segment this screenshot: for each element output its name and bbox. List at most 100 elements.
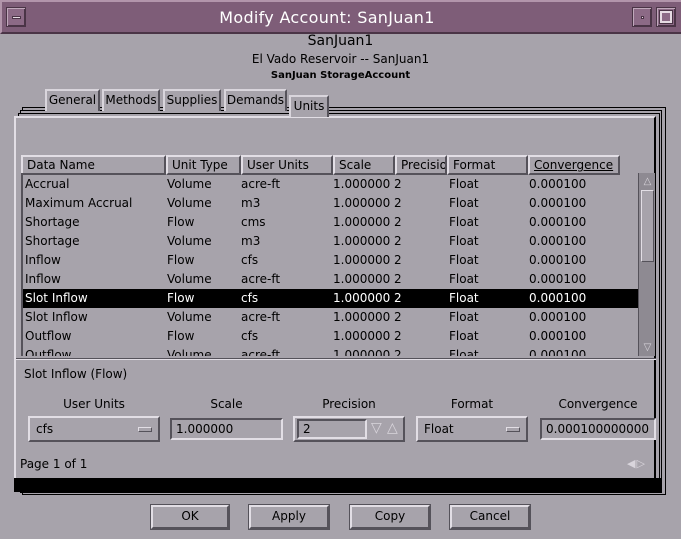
row-scale: 1.000000	[333, 291, 391, 305]
column-header-precision[interactable]: Precision	[395, 155, 447, 175]
row-convergence: 0.000100	[529, 272, 587, 286]
row-scale: 1.000000	[333, 234, 391, 248]
row-format: Float	[449, 177, 479, 191]
copy-button[interactable]: Copy	[349, 504, 431, 530]
maximize-icon[interactable]	[656, 7, 676, 27]
row-data-name: Accrual	[25, 177, 70, 191]
row-convergence: 0.000100	[529, 177, 587, 191]
table-row[interactable]: Maximum Accrual Volume m3 1.000000 2 Float 0.0…	[23, 194, 638, 213]
row-convergence: 0.000100	[529, 348, 587, 356]
row-user-units: acre-ft	[241, 348, 281, 356]
cancel-button[interactable]: Cancel	[449, 504, 531, 530]
row-user-units: cfs	[241, 253, 259, 267]
user-units-value: cfs	[36, 422, 54, 436]
precision-spinbox[interactable]: ▽ △	[293, 416, 405, 442]
row-unit-type: Volume	[167, 348, 212, 356]
account-name: SanJuan1	[307, 33, 374, 49]
table-row[interactable]: Inflow Volume acre-ft 1.000000 2 Float 0.00010…	[23, 270, 638, 289]
row-precision: 2	[394, 291, 402, 305]
row-format: Float	[449, 234, 479, 248]
scale-input[interactable]	[172, 420, 281, 438]
column-header-data-name[interactable]: Data Name	[21, 155, 166, 175]
row-format: Float	[449, 310, 479, 324]
tab-methods[interactable]: Methods	[102, 89, 160, 111]
row-data-name: Slot Inflow	[25, 310, 88, 324]
table-row[interactable]: Shortage Flow cms 1.000000 2 Float 0.000100	[23, 213, 638, 232]
table-row[interactable]: Shortage Volume m3 1.000000 2 Float 0.000100	[23, 232, 638, 251]
row-data-name: Inflow	[25, 253, 61, 267]
table-row[interactable]: Slot Inflow Volume acre-ft 1.000000 2 Float 0.…	[23, 308, 638, 327]
row-convergence: 0.000100	[529, 234, 587, 248]
row-scale: 1.000000	[333, 329, 391, 343]
minimize-icon[interactable]	[632, 7, 652, 27]
row-unit-type: Flow	[167, 329, 195, 343]
row-convergence: 0.000100	[529, 329, 587, 343]
row-user-units: m3	[241, 196, 261, 210]
row-precision: 2	[394, 215, 402, 229]
column-header-convergence[interactable]: Convergence	[528, 155, 620, 175]
tab-general[interactable]: General	[45, 89, 100, 111]
row-convergence: 0.000100	[529, 291, 587, 305]
format-value: Float	[424, 422, 454, 436]
column-header-scale[interactable]: Scale	[333, 155, 395, 175]
row-format: Float	[449, 253, 479, 267]
spin-up-icon[interactable]: △	[387, 420, 398, 436]
row-convergence: 0.000100	[529, 196, 587, 210]
option-menu-indicator-icon	[506, 427, 520, 432]
row-convergence: 0.000100	[529, 215, 587, 229]
spin-down-icon[interactable]: ▽	[371, 420, 382, 436]
scale-field-frame	[170, 418, 283, 440]
row-scale: 1.000000	[333, 215, 391, 229]
ok-button[interactable]: OK	[150, 504, 230, 530]
scroll-down-icon[interactable]: ▽	[641, 341, 654, 354]
row-scale: 1.000000	[333, 177, 391, 191]
row-scale: 1.000000	[333, 272, 391, 286]
column-header-user-units[interactable]: User Units	[241, 155, 333, 175]
row-data-name: Outflow	[25, 329, 72, 343]
row-convergence: 0.000100	[529, 310, 587, 324]
precision-input[interactable]	[299, 421, 365, 437]
table-row[interactable]: Inflow Flow cfs 1.000000 2 Float 0.000100	[23, 251, 638, 270]
option-menu-indicator-icon	[138, 427, 152, 432]
row-unit-type: Flow	[167, 215, 195, 229]
tab-units[interactable]: Units	[289, 95, 329, 117]
row-unit-type: Flow	[167, 291, 195, 305]
row-scale: 1.000000	[333, 348, 391, 356]
page-indicator: Page 1 of 1	[20, 457, 88, 471]
row-precision: 2	[394, 310, 402, 324]
table-row[interactable]: Accrual Volume acre-ft 1.000000 2 Float 0.0001…	[23, 175, 638, 194]
format-select[interactable]: Float	[416, 416, 528, 442]
row-unit-type: Volume	[167, 234, 212, 248]
table-row[interactable]: Slot Inflow Flow cfs 1.000000 2 Float 0.000100	[23, 289, 638, 308]
user-units-select[interactable]: cfs	[28, 416, 160, 442]
tab-demands[interactable]: Demands	[224, 89, 287, 111]
convergence-input[interactable]	[542, 420, 654, 438]
tab-supplies[interactable]: Supplies	[163, 89, 221, 111]
title-bar[interactable]: Modify Account: SanJuan1	[0, 0, 681, 34]
row-user-units: m3	[241, 234, 261, 248]
row-data-name: Inflow	[25, 272, 61, 286]
scroll-up-icon[interactable]: △	[641, 175, 654, 188]
row-format: Float	[449, 215, 479, 229]
column-header-unit-type[interactable]: Unit Type	[166, 155, 241, 175]
row-user-units: cfs	[241, 329, 259, 343]
row-precision: 2	[394, 348, 402, 356]
row-user-units: acre-ft	[241, 272, 281, 286]
row-scale: 1.000000	[333, 196, 391, 210]
table-row[interactable]: Outflow Volume acre-ft 1.000000 2 Float 0.0001…	[23, 346, 638, 356]
row-scale: 1.000000	[333, 253, 391, 267]
selected-slot-label: Slot Inflow (Flow)	[24, 367, 128, 381]
row-data-name: Slot Inflow	[25, 291, 88, 305]
column-header-format[interactable]: Format	[447, 155, 528, 175]
window-title: Modify Account: SanJuan1	[219, 8, 435, 27]
window-menu-icon[interactable]	[6, 7, 26, 27]
scrollbar-thumb[interactable]	[641, 190, 654, 262]
table-row[interactable]: Outflow Flow cfs 1.000000 2 Float 0.000100	[23, 327, 638, 346]
page-navigation: ◀▷	[627, 457, 646, 470]
table-scrollbar[interactable]: △ ▽	[638, 173, 655, 356]
next-page-icon[interactable]: ▷	[636, 457, 645, 470]
status-bar	[14, 478, 662, 492]
row-data-name: Outflow	[25, 348, 72, 356]
units-table[interactable]: Accrual Volume acre-ft 1.000000 2 Float 0.0001…	[21, 173, 638, 356]
apply-button[interactable]: Apply	[248, 504, 330, 530]
